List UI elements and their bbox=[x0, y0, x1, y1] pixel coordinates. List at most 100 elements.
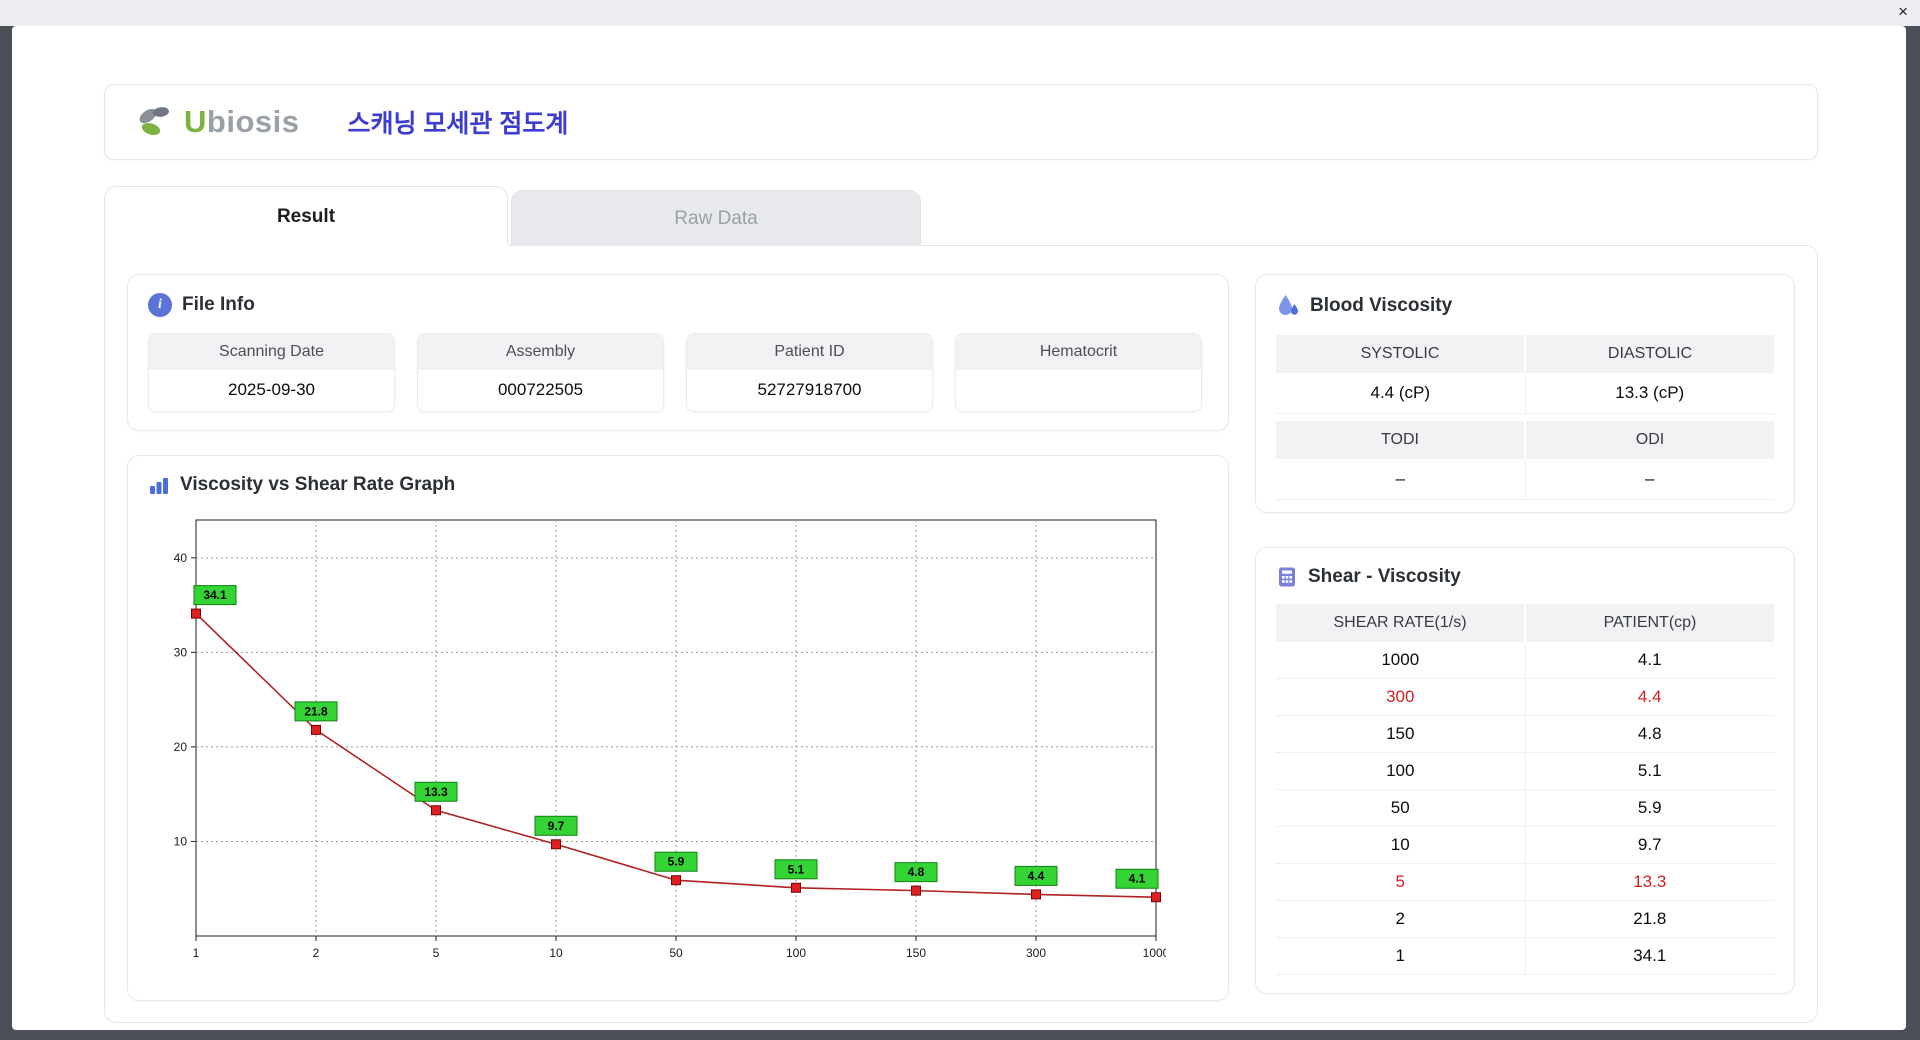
svg-text:34.1: 34.1 bbox=[203, 588, 227, 602]
table-row: 50 5.9 bbox=[1276, 790, 1774, 827]
svg-text:20: 20 bbox=[174, 740, 188, 754]
shear-table-header-cell: PATIENT(cp) bbox=[1524, 604, 1774, 642]
header-card: Ubiosis 스캐닝 모세관 점도계 bbox=[104, 84, 1818, 160]
page-title: 스캐닝 모세관 점도계 bbox=[347, 110, 569, 138]
svg-text:150: 150 bbox=[906, 946, 926, 960]
table-row: 10 9.7 bbox=[1276, 827, 1774, 864]
svg-text:100: 100 bbox=[786, 946, 806, 960]
brand-logo: Ubiosis bbox=[135, 104, 299, 140]
svg-text:10: 10 bbox=[549, 946, 563, 960]
svg-text:30: 30 bbox=[174, 645, 188, 659]
bv-header-cell: DIASTOLIC bbox=[1524, 335, 1774, 373]
svg-text:5.1: 5.1 bbox=[788, 862, 805, 876]
app-window: Ubiosis 스캐닝 모세관 점도계 Result Raw Data i Fi… bbox=[12, 26, 1906, 1030]
patient-cp-cell: 4.4 bbox=[1524, 679, 1775, 715]
field-label: Scanning Date bbox=[149, 334, 394, 370]
brand-rest: biosis bbox=[206, 104, 300, 139]
file-field-assembly: Assembly 000722505 bbox=[417, 333, 664, 412]
svg-text:4.8: 4.8 bbox=[908, 865, 925, 879]
graph-title: Viscosity vs Shear Rate Graph bbox=[180, 474, 456, 495]
bv-header-cell: TODI bbox=[1276, 421, 1524, 459]
field-value bbox=[956, 370, 1201, 411]
bv-value-cell: 13.3 (cP) bbox=[1524, 373, 1774, 414]
shear-rate-cell: 50 bbox=[1390, 798, 1410, 817]
shear-rate-cell: 100 bbox=[1386, 761, 1415, 780]
tab-raw-data[interactable]: Raw Data bbox=[511, 190, 921, 246]
close-icon[interactable]: × bbox=[1898, 2, 1908, 22]
shear-rate-cell: 300 bbox=[1386, 687, 1415, 706]
table-row: 1 34.1 bbox=[1276, 938, 1774, 975]
brand-name: Ubiosis bbox=[184, 104, 299, 140]
patient-cp-cell: 21.8 bbox=[1524, 901, 1775, 937]
table-row: 100 5.1 bbox=[1276, 753, 1774, 790]
svg-text:5.9: 5.9 bbox=[668, 855, 685, 869]
shear-viscosity-card: Shear - Viscosity SHEAR RATE(1/s) PATIENT… bbox=[1255, 547, 1795, 994]
patient-cp-cell: 9.7 bbox=[1524, 827, 1775, 863]
svg-text:9.7: 9.7 bbox=[548, 819, 565, 833]
shear-table-header-row: SHEAR RATE(1/s) PATIENT(cp) bbox=[1276, 604, 1774, 642]
tab-result[interactable]: Result bbox=[104, 186, 508, 246]
svg-text:13.3: 13.3 bbox=[424, 785, 448, 799]
table-row: 2 21.8 bbox=[1276, 901, 1774, 938]
shear-rate-cell: 1000 bbox=[1381, 650, 1420, 669]
shear-rate-cell: 2 bbox=[1395, 909, 1405, 928]
field-value: 52727918700 bbox=[687, 370, 932, 411]
bv-header-cell: SYSTOLIC bbox=[1276, 335, 1524, 373]
svg-text:4.1: 4.1 bbox=[1129, 872, 1146, 886]
blood-viscosity-card: Blood Viscosity SYSTOLIC DIASTOLIC 4.4 (cP… bbox=[1255, 274, 1795, 513]
info-icon: i bbox=[148, 293, 172, 317]
bv-header-cell: ODI bbox=[1524, 421, 1774, 459]
left-column: i File Info Scanning Date 2025-09-30 Assem… bbox=[127, 274, 1229, 1001]
svg-text:40: 40 bbox=[174, 551, 188, 565]
bv-value-row: 4.4 (cP) 13.3 (cP) bbox=[1276, 373, 1774, 414]
patient-cp-cell: 34.1 bbox=[1524, 938, 1775, 974]
bv-value-row: – – bbox=[1276, 459, 1774, 500]
brand-initial: U bbox=[184, 104, 207, 139]
viscosity-shear-chart: 10 20 30 40 1 2 5 10 50 100 150 300 1000 34.1 21.8 13.3… bbox=[174, 519, 1166, 960]
table-row: 300 4.4 bbox=[1276, 679, 1774, 716]
shear-viscosity-title: Shear - Viscosity bbox=[1308, 566, 1461, 587]
shear-rate-cell: 150 bbox=[1386, 724, 1415, 743]
blood-viscosity-grid: SYSTOLIC DIASTOLIC 4.4 (cP) 13.3 (cP) TODI OD… bbox=[1276, 335, 1774, 500]
svg-text:5: 5 bbox=[433, 946, 440, 960]
svg-text:21.8: 21.8 bbox=[304, 704, 328, 718]
right-column: Blood Viscosity SYSTOLIC DIASTOLIC 4.4 (cP… bbox=[1255, 274, 1795, 994]
field-label: Assembly bbox=[418, 334, 663, 370]
svg-text:50: 50 bbox=[669, 946, 683, 960]
file-info-fields: Scanning Date 2025-09-30 Assembly 000722505… bbox=[148, 333, 1208, 412]
table-row: 150 4.8 bbox=[1276, 716, 1774, 753]
patient-cp-cell: 13.3 bbox=[1524, 864, 1775, 900]
shear-rate-cell: 5 bbox=[1395, 872, 1405, 891]
patient-cp-cell: 4.1 bbox=[1524, 642, 1775, 678]
file-info-card: i File Info Scanning Date 2025-09-30 Assem… bbox=[127, 274, 1229, 431]
field-value: 2025-09-30 bbox=[149, 370, 394, 411]
svg-text:300: 300 bbox=[1026, 946, 1046, 960]
svg-text:4.4: 4.4 bbox=[1028, 869, 1045, 883]
file-field-patient-id: Patient ID 52727918700 bbox=[686, 333, 933, 412]
titlebar: × bbox=[0, 0, 1920, 26]
field-label: Patient ID bbox=[687, 334, 932, 370]
leaf-icon bbox=[135, 104, 177, 140]
patient-cp-cell: 5.9 bbox=[1524, 790, 1775, 826]
shear-table-header-cell: SHEAR RATE(1/s) bbox=[1333, 614, 1467, 631]
bar-chart-icon bbox=[148, 474, 170, 496]
bv-value-cell: 4.4 (cP) bbox=[1276, 373, 1525, 414]
patient-cp-cell: 4.8 bbox=[1524, 716, 1775, 752]
field-label: Hematocrit bbox=[956, 334, 1201, 370]
svg-text:1: 1 bbox=[193, 946, 200, 960]
graph-card: Viscosity vs Shear Rate Graph 10 20 30 40 1 2… bbox=[127, 455, 1229, 1001]
table-row: 1000 4.1 bbox=[1276, 642, 1774, 679]
file-info-title: File Info bbox=[182, 294, 255, 315]
bv-header-row: SYSTOLIC DIASTOLIC bbox=[1276, 335, 1774, 373]
svg-text:10: 10 bbox=[174, 834, 188, 848]
bv-value-cell: – bbox=[1276, 459, 1525, 500]
result-panel: i File Info Scanning Date 2025-09-30 Assem… bbox=[104, 245, 1818, 1023]
shear-rate-cell: 1 bbox=[1395, 946, 1405, 965]
svg-text:1000: 1000 bbox=[1143, 946, 1166, 960]
table-row: 5 13.3 bbox=[1276, 864, 1774, 901]
bv-value-cell: – bbox=[1524, 459, 1774, 500]
shear-viscosity-table: SHEAR RATE(1/s) PATIENT(cp) 1000 4.1 300 4.4 1… bbox=[1276, 604, 1774, 975]
svg-text:2: 2 bbox=[313, 946, 320, 960]
file-field-scanning-date: Scanning Date 2025-09-30 bbox=[148, 333, 395, 412]
shear-rate-cell: 10 bbox=[1390, 835, 1410, 854]
